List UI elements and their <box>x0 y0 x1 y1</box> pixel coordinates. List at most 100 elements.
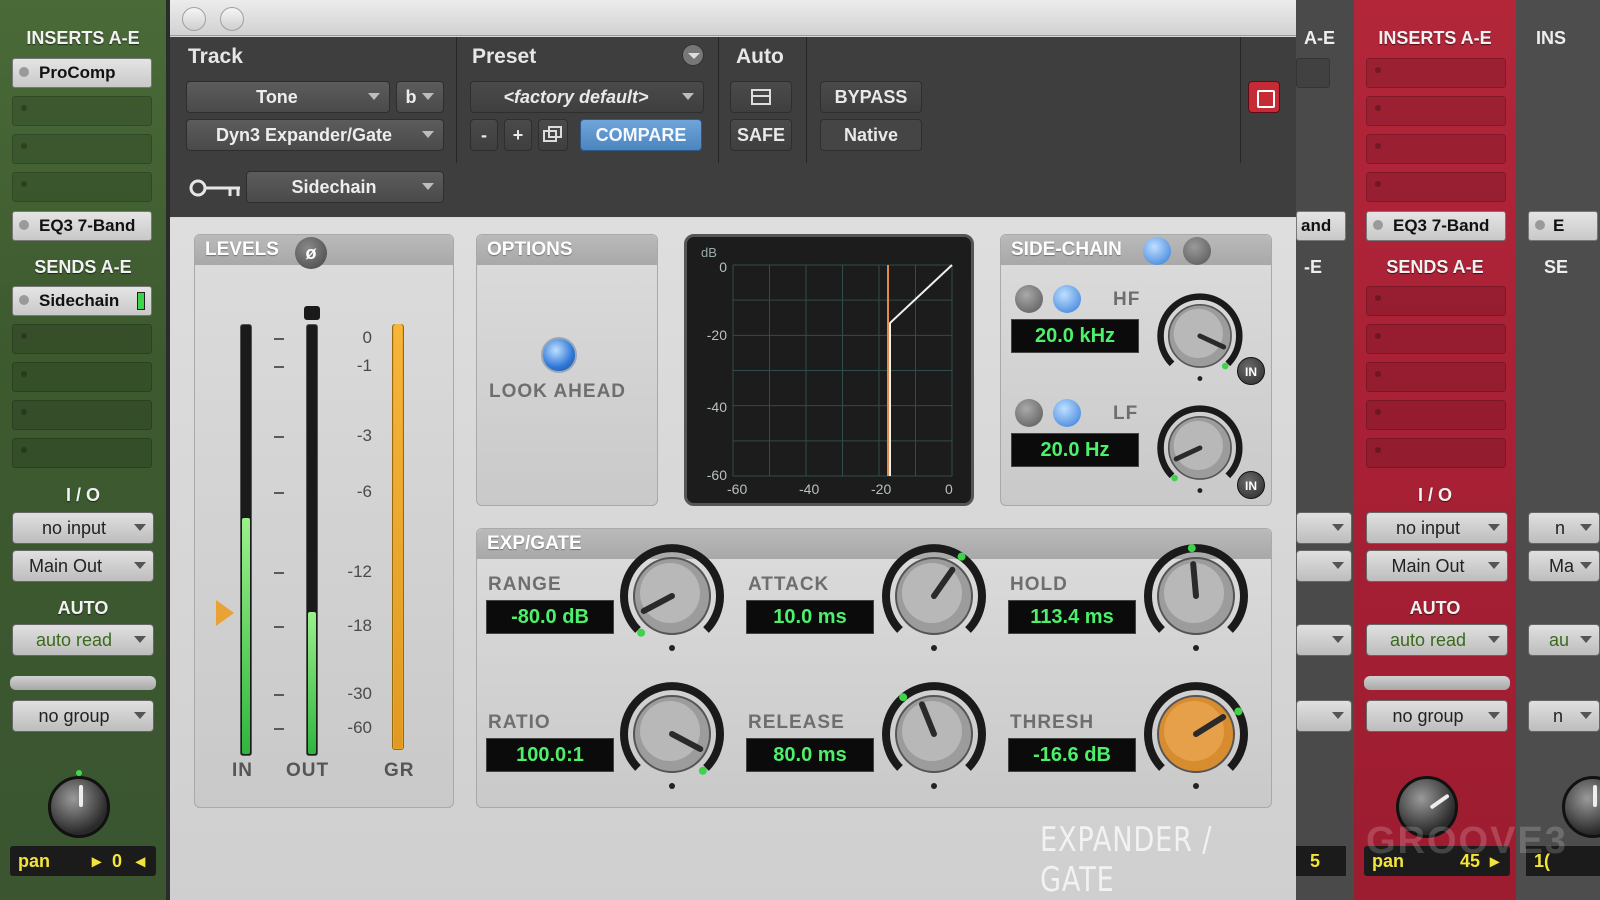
knob-foot-dot <box>1193 645 1199 651</box>
preset-selector[interactable]: <factory default> <box>470 81 704 113</box>
attack-knob[interactable] <box>878 540 990 652</box>
insert-slot-c[interactable] <box>1366 134 1506 164</box>
output-selector[interactable]: Main Out <box>12 550 154 582</box>
lf-frequency-readout[interactable]: 20.0 Hz <box>1011 433 1139 467</box>
lf-frequency-knob[interactable] <box>1154 402 1246 494</box>
sidechain-input-selector[interactable]: Sidechain <box>246 171 444 203</box>
insert-slot-e[interactable]: E <box>1528 211 1598 241</box>
automation-mode-selector[interactable]: auto read <box>12 624 154 656</box>
group-selector[interactable]: n <box>1528 700 1600 732</box>
thresh-knob[interactable] <box>1140 678 1252 790</box>
send-slot-b[interactable] <box>12 324 152 354</box>
input-selector[interactable]: no input <box>12 512 154 544</box>
automation-mode-selector[interactable]: au <box>1528 624 1600 656</box>
range-readout[interactable]: -80.0 dB <box>486 600 614 634</box>
insert-slot-a[interactable] <box>1366 58 1506 88</box>
target-plugin-button[interactable] <box>1248 81 1280 113</box>
pan-display[interactable]: 5 <box>1296 846 1346 876</box>
phase-invert-button[interactable]: ø <box>295 237 327 269</box>
minimize-window-button[interactable] <box>220 7 244 31</box>
lf-filter-type-button[interactable] <box>1015 399 1043 427</box>
phase-invert-icon: ø <box>305 243 317 263</box>
release-knob[interactable] <box>878 678 990 790</box>
send-slot-a[interactable] <box>1366 286 1506 316</box>
attack-readout[interactable]: 10.0 ms <box>746 600 874 634</box>
insert-slot-a[interactable]: ProComp <box>12 58 152 88</box>
plugin-titlebar[interactable] <box>170 0 1296 36</box>
output-selector[interactable] <box>1296 550 1352 582</box>
ratio-readout[interactable]: 100.0:1 <box>486 738 614 772</box>
insert-slot-b[interactable] <box>12 96 152 126</box>
insert-slot-d[interactable] <box>12 172 152 202</box>
send-slot-e[interactable] <box>12 438 152 468</box>
next-preset-button[interactable]: + <box>504 119 532 151</box>
insert-power-icon[interactable] <box>19 220 29 230</box>
bypass-button[interactable]: BYPASS <box>820 81 922 113</box>
send-slot-a[interactable]: Sidechain <box>12 286 152 316</box>
sidechain-listen-button[interactable] <box>1183 237 1211 265</box>
insert-power-icon[interactable] <box>19 67 29 77</box>
group-selector[interactable]: no group <box>12 700 154 732</box>
insert-slot[interactable] <box>1296 58 1330 88</box>
insert-slot-e[interactable]: EQ3 7-Band <box>1366 211 1506 241</box>
hf-filter-type-button[interactable] <box>1015 285 1043 313</box>
track-variant-selector[interactable]: b <box>396 81 444 113</box>
output-selector[interactable]: Ma <box>1528 550 1600 582</box>
hf-frequency-readout[interactable]: 20.0 kHz <box>1011 319 1139 353</box>
send-slot-c[interactable] <box>1366 362 1506 392</box>
preset-menu-icon[interactable] <box>682 44 704 66</box>
safe-button[interactable]: SAFE <box>730 119 792 151</box>
insert-slot-e[interactable]: and <box>1296 211 1346 241</box>
knob-value-led <box>637 628 646 637</box>
send-slot-b[interactable] <box>1366 324 1506 354</box>
release-readout[interactable]: 80.0 ms <box>746 738 874 772</box>
insert-slot-c[interactable] <box>12 134 152 164</box>
close-window-button[interactable] <box>182 7 206 31</box>
insert-slot-e[interactable]: EQ3 7-Band <box>12 211 152 241</box>
send-slot-c[interactable] <box>12 362 152 392</box>
insert-power-icon[interactable] <box>1535 220 1545 230</box>
automation-mode-selector[interactable]: auto read <box>1366 624 1508 656</box>
automation-mode-selector[interactable] <box>1296 624 1352 656</box>
knob-pointer <box>1190 561 1199 599</box>
range-knob[interactable] <box>616 540 728 652</box>
look-ahead-led-button[interactable] <box>541 337 577 373</box>
copy-settings-button[interactable] <box>538 119 568 151</box>
previous-preset-button[interactable]: - <box>470 119 498 151</box>
output-selector[interactable]: Main Out <box>1366 550 1508 582</box>
hold-readout[interactable]: 113.4 ms <box>1008 600 1136 634</box>
knob-graphic <box>1144 544 1248 651</box>
group-selector[interactable] <box>1296 700 1352 732</box>
compare-button[interactable]: COMPARE <box>580 119 702 151</box>
insert-power-icon[interactable] <box>1373 220 1383 230</box>
insert-slot-label: E <box>1553 216 1565 235</box>
input-selector[interactable] <box>1296 512 1352 544</box>
pan-display[interactable]: pan ▸ 0 ◂ <box>10 846 156 876</box>
pan-right-arrow-icon[interactable]: ◂ <box>136 846 145 876</box>
sidechain-key-listen-button[interactable] <box>1143 237 1171 265</box>
group-selector[interactable]: no group <box>1366 700 1508 732</box>
ratio-knob[interactable] <box>616 678 728 790</box>
send-slot-e[interactable] <box>1366 438 1506 468</box>
levels-scale-value: -60 <box>347 718 372 737</box>
graph-y-tick-label: -40 <box>706 399 727 415</box>
pan-left-arrow-icon[interactable]: ▸ <box>92 846 101 876</box>
sidechain-key-icon[interactable] <box>188 177 242 204</box>
plugin-selector[interactable]: Dyn3 Expander/Gate <box>186 119 444 151</box>
input-selector[interactable]: n <box>1528 512 1600 544</box>
automation-enable-button[interactable] <box>730 81 792 113</box>
hold-knob[interactable] <box>1140 540 1252 652</box>
thresh-readout[interactable]: -16.6 dB <box>1008 738 1136 772</box>
threshold-marker-icon[interactable] <box>216 600 234 626</box>
hf-frequency-knob[interactable] <box>1154 290 1246 382</box>
hf-filter-shape-button[interactable] <box>1053 285 1081 313</box>
send-power-icon[interactable] <box>19 295 29 305</box>
track-selector[interactable]: Tone <box>186 81 390 113</box>
insert-slot-b[interactable] <box>1366 96 1506 126</box>
lf-filter-shape-button[interactable] <box>1053 399 1081 427</box>
send-slot-d[interactable] <box>1366 400 1506 430</box>
insert-slot-d[interactable] <box>1366 172 1506 202</box>
input-selector[interactable]: no input <box>1366 512 1508 544</box>
send-slot-d[interactable] <box>12 400 152 430</box>
pan-knob[interactable] <box>48 776 110 838</box>
